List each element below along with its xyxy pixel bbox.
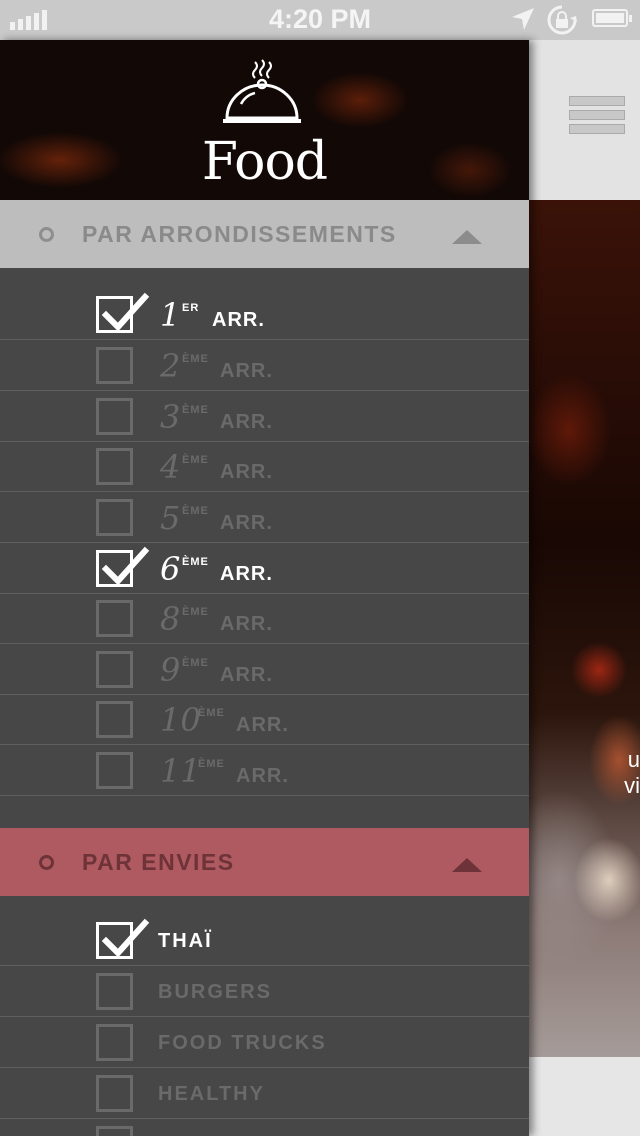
collapse-arrow-icon[interactable] bbox=[452, 858, 482, 872]
checkbox-icon[interactable] bbox=[96, 701, 133, 738]
arrondissement-suffix: ÈME bbox=[182, 556, 209, 568]
arrondissement-suffix: ER bbox=[182, 302, 200, 314]
arrondissement-row[interactable]: 11 ÈME ARR. bbox=[0, 746, 529, 796]
checkmark-icon bbox=[101, 292, 150, 332]
drawer-header: Food bbox=[0, 40, 529, 200]
arrondissement-number: 5 bbox=[160, 499, 181, 537]
rotation-lock-icon bbox=[547, 5, 577, 35]
filter-drawer: Food PAR ARRONDISSEMENTS 1 ER ARR. 2 ÈME ARR.… bbox=[0, 40, 529, 1136]
checkbox-icon[interactable] bbox=[96, 752, 133, 789]
arrondissement-row[interactable]: 5 ÈME ARR. bbox=[0, 493, 529, 543]
checkmark-icon bbox=[101, 546, 150, 586]
envie-row[interactable]: THAÏ bbox=[0, 916, 529, 966]
arrondissement-row[interactable]: 10 ÈME ARR. bbox=[0, 695, 529, 745]
arrondissement-number: 10 bbox=[160, 701, 201, 739]
bullet-icon bbox=[39, 227, 54, 242]
arrondissement-abbr: ARR. bbox=[212, 309, 265, 331]
envie-row[interactable]: FOOD TRUCKS bbox=[0, 1018, 529, 1068]
main-top-bar bbox=[529, 40, 640, 200]
envie-label: HEALTHY bbox=[158, 1083, 265, 1105]
checkbox-icon[interactable] bbox=[96, 398, 133, 435]
arrondissement-suffix: ÈME bbox=[182, 505, 209, 517]
arrondissement-abbr: ARR. bbox=[220, 664, 273, 686]
arrondissement-abbr: ARR. bbox=[220, 563, 273, 585]
battery-icon bbox=[592, 9, 632, 27]
location-arrow-icon bbox=[512, 8, 534, 30]
arrondissement-abbr: ARR. bbox=[220, 411, 273, 433]
checkbox-icon[interactable] bbox=[96, 347, 133, 384]
checkbox-icon[interactable] bbox=[96, 1075, 133, 1112]
arrondissement-number: 3 bbox=[160, 398, 181, 436]
envie-row-partial[interactable] bbox=[0, 1120, 529, 1136]
checkbox-icon[interactable] bbox=[96, 918, 150, 959]
arrondissement-number: 8 bbox=[160, 600, 181, 638]
envie-row[interactable]: BURGERS bbox=[0, 967, 529, 1017]
arrondissement-number: 9 bbox=[160, 651, 181, 689]
arrondissement-abbr: ARR. bbox=[220, 613, 273, 635]
arrondissement-row[interactable]: 3 ÈME ARR. bbox=[0, 392, 529, 442]
arrondissement-suffix: ÈME bbox=[182, 606, 209, 618]
checkbox-icon[interactable] bbox=[96, 499, 133, 536]
arrondissement-number: 2 bbox=[160, 347, 181, 385]
main-photo: u vi bbox=[529, 200, 640, 1057]
brand-title: Food bbox=[201, 132, 328, 192]
status-bar: 4:20 PM bbox=[0, 0, 640, 40]
envie-label: BURGERS bbox=[158, 981, 273, 1003]
section-header-arrondissements[interactable]: PAR ARRONDISSEMENTS bbox=[0, 200, 529, 268]
arrondissement-suffix: ÈME bbox=[182, 353, 209, 365]
arrondissement-row[interactable]: 6 ÈME ARR. bbox=[0, 544, 529, 594]
checkbox-icon[interactable] bbox=[96, 546, 150, 587]
envie-label: THAÏ bbox=[158, 930, 213, 952]
arrondissement-abbr: ARR. bbox=[220, 360, 273, 382]
arrondissement-suffix: ÈME bbox=[198, 758, 225, 770]
arrondissement-row[interactable]: 2 ÈME ARR. bbox=[0, 341, 529, 391]
checkbox-icon[interactable] bbox=[96, 600, 133, 637]
arrondissement-row[interactable]: 9 ÈME ARR. bbox=[0, 645, 529, 695]
checkbox-icon[interactable] bbox=[96, 448, 133, 485]
hamburger-menu-icon[interactable] bbox=[569, 96, 625, 138]
arrondissement-row[interactable]: 1 ER ARR. bbox=[0, 290, 529, 340]
arrondissement-row[interactable]: 8 ÈME ARR. bbox=[0, 594, 529, 644]
arrondissement-abbr: ARR. bbox=[220, 512, 273, 534]
envie-row[interactable]: HEALTHY bbox=[0, 1069, 529, 1119]
arrondissement-row[interactable]: 4 ÈME ARR. bbox=[0, 442, 529, 492]
cloche-icon bbox=[223, 59, 301, 123]
photo-caption-line1: u bbox=[627, 747, 640, 772]
arrondissement-number: 4 bbox=[160, 448, 181, 486]
arrondissement-suffix: ÈME bbox=[182, 657, 209, 669]
arrondissement-suffix: ÈME bbox=[182, 404, 209, 416]
checkbox-icon[interactable] bbox=[96, 1024, 133, 1061]
section-header-envies[interactable]: PAR ENVIES bbox=[0, 828, 529, 896]
main-bottom-bar bbox=[529, 1057, 640, 1136]
arrondissement-suffix: ÈME bbox=[198, 707, 225, 719]
arrondissement-abbr: ARR. bbox=[236, 714, 289, 736]
checkbox-icon[interactable] bbox=[96, 292, 150, 333]
photo-caption: u vi bbox=[624, 747, 640, 799]
section-label: PAR ARRONDISSEMENTS bbox=[82, 221, 397, 247]
collapse-arrow-icon[interactable] bbox=[452, 230, 482, 244]
photo-caption-line2: vi bbox=[624, 773, 640, 798]
arrondissement-abbr: ARR. bbox=[220, 461, 273, 483]
checkmark-icon bbox=[101, 918, 150, 958]
arrondissement-number: 6 bbox=[160, 550, 181, 588]
arrondissement-number: 1 bbox=[160, 296, 181, 334]
arrondissement-number: 11 bbox=[160, 752, 201, 790]
checkbox-icon[interactable] bbox=[96, 1126, 133, 1136]
status-time: 4:20 PM bbox=[268, 4, 372, 34]
envie-label: FOOD TRUCKS bbox=[158, 1032, 327, 1054]
section-label: PAR ENVIES bbox=[82, 849, 235, 875]
checkbox-icon[interactable] bbox=[96, 973, 133, 1010]
arrondissement-suffix: ÈME bbox=[182, 454, 209, 466]
checkbox-icon[interactable] bbox=[96, 651, 133, 688]
bullet-icon bbox=[39, 855, 54, 870]
arrondissement-abbr: ARR. bbox=[236, 765, 289, 787]
